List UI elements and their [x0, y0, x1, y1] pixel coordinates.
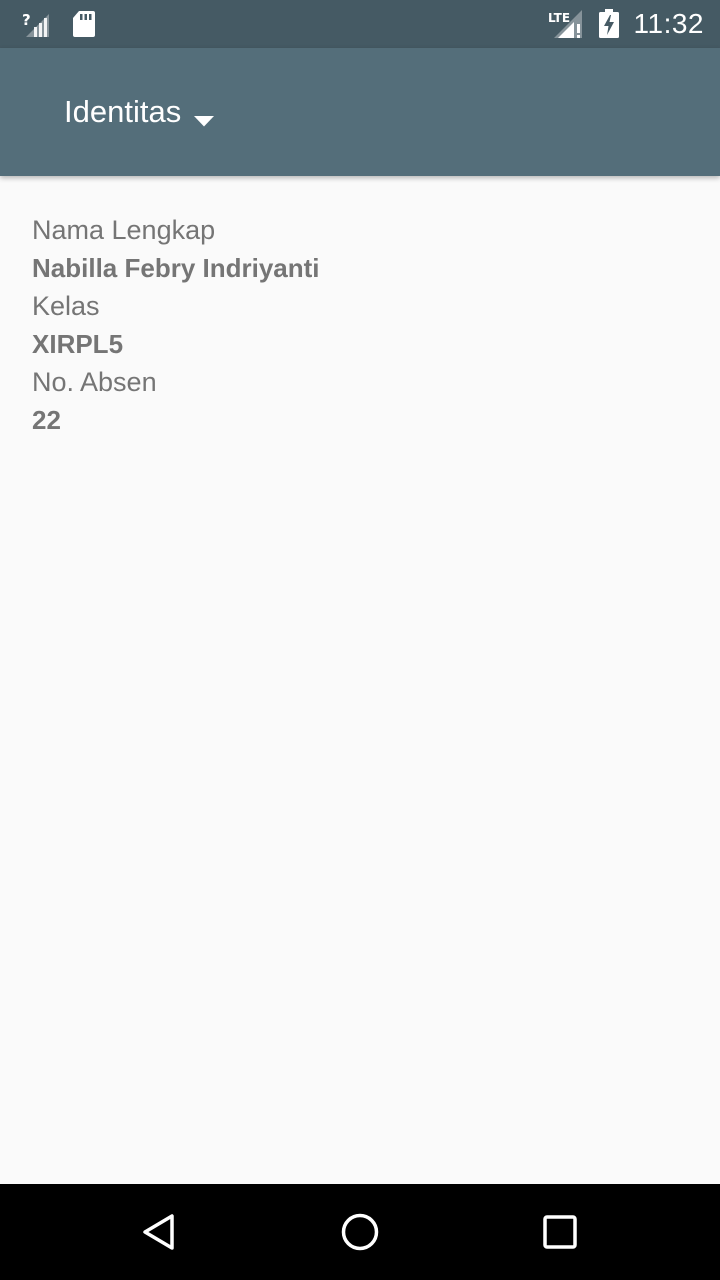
- lte-signal-alert-icon: LTE: [546, 0, 586, 48]
- name-label: Nama Lengkap: [32, 215, 216, 245]
- svg-text:LTE: LTE: [548, 11, 570, 25]
- recents-button[interactable]: [512, 1184, 608, 1280]
- signal-unknown-icon: ?: [22, 0, 50, 48]
- recents-icon: [543, 1215, 577, 1249]
- absence-number-label: No. Absen: [32, 367, 157, 397]
- status-time: 11:32: [633, 8, 704, 39]
- section-spinner[interactable]: Identitas: [64, 48, 181, 176]
- status-bar: ? LTE 11:32: [0, 0, 720, 48]
- navigation-bar: [0, 1184, 720, 1280]
- back-button[interactable]: [112, 1184, 208, 1280]
- absence-number-value: 22: [32, 405, 61, 435]
- class-value: XIRPL5: [32, 329, 124, 359]
- sd-card-icon: [72, 0, 96, 48]
- svg-text:?: ?: [22, 11, 31, 29]
- dropdown-arrow-icon[interactable]: [194, 114, 214, 132]
- class-label: Kelas: [32, 291, 100, 321]
- back-icon: [143, 1214, 174, 1250]
- app-bar: Identitas: [0, 48, 720, 176]
- battery-charging-icon: [598, 0, 620, 48]
- spinner-selected-value: Identitas: [64, 94, 182, 129]
- home-button[interactable]: [312, 1184, 408, 1280]
- identity-content: Nama Lengkap Nabilla Febry Indriyanti Ke…: [0, 176, 720, 1184]
- home-icon: [341, 1213, 379, 1251]
- name-value: Nabilla Febry Indriyanti: [32, 253, 320, 283]
